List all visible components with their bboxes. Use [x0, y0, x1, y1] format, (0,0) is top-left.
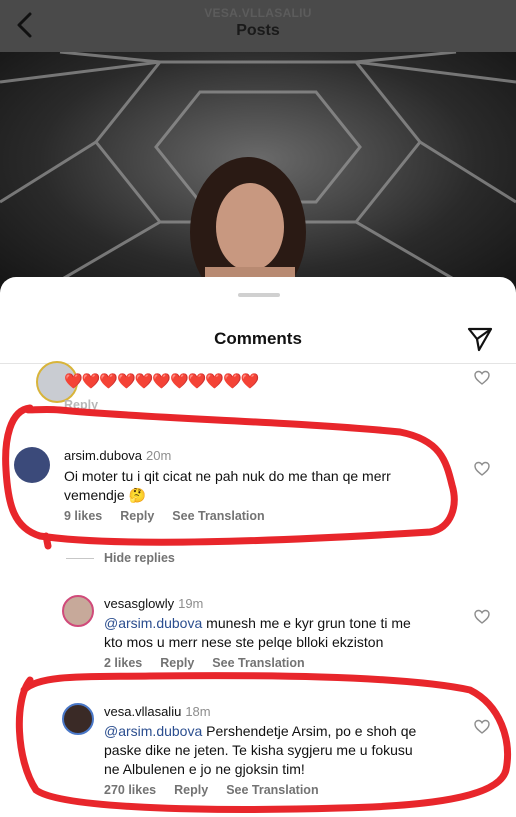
likes-count[interactable]: 270 likes [104, 783, 156, 797]
avatar[interactable] [14, 447, 50, 483]
reply-link[interactable]: Reply [160, 656, 194, 670]
avatar[interactable] [62, 703, 94, 735]
mention-link[interactable]: @arsim.dubova [104, 723, 202, 739]
post-photo [0, 52, 516, 292]
avatar[interactable] [62, 595, 94, 627]
hide-replies-button[interactable]: Hide replies [104, 551, 175, 565]
like-heart-icon[interactable] [474, 461, 490, 477]
see-translation-link[interactable]: See Translation [172, 509, 264, 523]
hide-replies-line [66, 558, 94, 559]
comment-actions: 270 likes Reply See Translation [104, 783, 337, 797]
comments-sheet: Comments ❤️❤️❤️❤️❤️❤️❤️❤️❤️❤️❤️ Reply ar… [0, 277, 516, 817]
see-translation-link[interactable]: See Translation [212, 656, 304, 670]
comments-title: Comments [214, 329, 302, 348]
comment-text: ❤️❤️❤️❤️❤️❤️❤️❤️❤️❤️❤️ [64, 373, 259, 390]
reply-text-line: @arsim.dubova Pershendetje Arsim, po e s… [104, 722, 416, 741]
reply-text-line: kto mos u merr nese ste pelqe blloki ekz… [104, 634, 384, 650]
reply-text: Pershendetje Arsim, po e shoh qe [202, 723, 417, 739]
like-heart-icon[interactable] [474, 370, 490, 386]
username[interactable]: vesa.vllasaliu [104, 704, 181, 719]
reply-link[interactable]: Reply [174, 783, 208, 797]
header-divider [0, 363, 516, 364]
username[interactable]: vesasglowly [104, 596, 174, 611]
reply-text: munesh me e kyr grun tone ti me [202, 615, 411, 631]
comment-actions: 2 likes Reply See Translation [104, 656, 323, 670]
drag-handle[interactable] [238, 293, 280, 297]
like-heart-icon[interactable] [474, 609, 490, 625]
see-translation-link[interactable]: See Translation [226, 783, 318, 797]
comment-time: 19m [178, 596, 204, 611]
reply-username[interactable]: vesasglowly 19m [104, 596, 203, 611]
reply-link[interactable]: Reply [120, 509, 154, 523]
reply-username[interactable]: vesa.vllasaliu 18m [104, 704, 211, 719]
top-bar: VESA.VLLASALIU Posts [0, 0, 516, 52]
comment-text-line: vemendje 🤔 [64, 487, 147, 503]
reply-link[interactable]: Reply [64, 398, 98, 412]
page-title: Posts [236, 22, 280, 39]
reply-text-line: @arsim.dubova munesh me e kyr grun tone … [104, 614, 411, 633]
account-name: VESA.VLLASALIU [204, 6, 312, 20]
comment-actions: 9 likes Reply See Translation [64, 509, 283, 523]
reply-text-line: ne Albulenen e jo ne gjoksin tim! [104, 761, 305, 777]
likes-count[interactable]: 2 likes [104, 656, 142, 670]
mention-link[interactable]: @arsim.dubova [104, 615, 202, 631]
comment-username[interactable]: arsim.dubova 20m [64, 448, 171, 463]
comment-text-line: Oi moter tu i qit cicat ne pah nuk do me… [64, 468, 391, 484]
username[interactable]: arsim.dubova [64, 448, 142, 463]
likes-count[interactable]: 9 likes [64, 509, 102, 523]
reply-text-line: paske dike ne jeten. Te kisha sygjeru me… [104, 742, 413, 758]
comment-time: 18m [185, 704, 211, 719]
like-heart-icon[interactable] [474, 719, 490, 735]
share-icon[interactable] [466, 325, 494, 353]
comment-time: 20m [146, 448, 172, 463]
